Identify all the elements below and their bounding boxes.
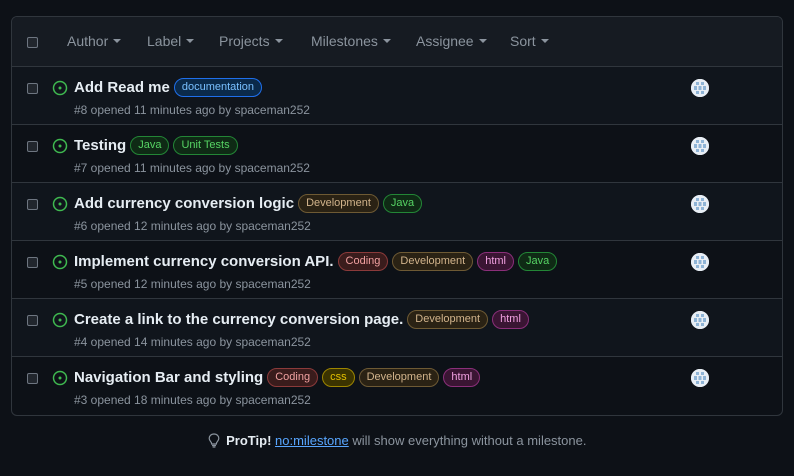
issue-label[interactable]: Development xyxy=(358,368,440,387)
issue-title-line: Add currency conversion logic Developmen… xyxy=(74,194,426,213)
issue-label[interactable]: Coding xyxy=(267,368,319,387)
identicon-icon xyxy=(691,195,709,213)
issue-checkbox[interactable] xyxy=(27,141,38,152)
issue-meta: #5 opened 12 minutes ago by spaceman252 xyxy=(74,277,311,291)
issue-label[interactable]: html xyxy=(492,310,529,329)
issue-title-line: Implement currency conversion API. Codin… xyxy=(74,252,561,271)
issue-title-line: Navigation Bar and styling Coding css Deve… xyxy=(74,368,484,387)
issue-label[interactable]: Development xyxy=(407,310,489,329)
issue-meta: #3 opened 18 minutes ago by spaceman252 xyxy=(74,393,311,407)
issue-label[interactable]: documentation xyxy=(173,78,263,97)
label-filter[interactable]: Label xyxy=(147,33,195,49)
protip-lead: ProTip! xyxy=(226,433,272,448)
issue-row[interactable]: Testing Java Unit Tests #7 opened 11 minu… xyxy=(12,125,782,183)
issue-label[interactable]: html xyxy=(443,368,481,387)
issue-meta: #8 opened 11 minutes ago by spaceman252 xyxy=(74,103,310,117)
issue-checkbox[interactable] xyxy=(27,83,38,94)
chevron-down-icon xyxy=(186,39,195,44)
issues-list-panel: Author Label Projects Milestones Assigne… xyxy=(11,16,783,416)
no-milestone-link[interactable]: no:milestone xyxy=(275,433,349,448)
issue-title[interactable]: Testing xyxy=(74,137,126,154)
issue-title[interactable]: Implement currency conversion API. xyxy=(74,253,334,270)
issue-checkbox[interactable] xyxy=(27,315,38,326)
issue-meta: #7 opened 11 minutes ago by spaceman252 xyxy=(74,161,310,175)
assignee-avatar[interactable] xyxy=(691,79,709,97)
chevron-down-icon xyxy=(382,39,391,44)
issue-row[interactable]: Add currency conversion logic Developmen… xyxy=(12,183,782,241)
issue-rows: Add Read me documentation #8 opened 11 m… xyxy=(12,67,782,415)
issue-title[interactable]: Add Read me xyxy=(74,79,170,96)
issue-label[interactable]: Development xyxy=(298,194,379,213)
chevron-down-icon xyxy=(274,39,283,44)
issue-checkbox[interactable] xyxy=(27,257,38,268)
issue-open-icon xyxy=(52,196,68,212)
label-filter-label: Label xyxy=(147,33,182,49)
issue-label[interactable]: Coding xyxy=(337,252,389,271)
chevron-down-icon xyxy=(113,39,122,44)
protip-banner: ProTip! no:milestone will show everythin… xyxy=(0,433,794,448)
identicon-icon xyxy=(691,253,709,271)
issue-row[interactable]: Add Read me documentation #8 opened 11 m… xyxy=(12,67,782,125)
projects-filter-label: Projects xyxy=(219,33,270,49)
issue-label[interactable]: Java xyxy=(130,136,170,155)
issue-open-icon xyxy=(52,312,68,328)
assignee-avatar[interactable] xyxy=(691,253,709,271)
issue-row[interactable]: Create a link to the currency conversion… xyxy=(12,299,782,357)
issue-meta: #6 opened 12 minutes ago by spaceman252 xyxy=(74,219,311,233)
assignee-filter[interactable]: Assignee xyxy=(416,33,487,49)
select-all-checkbox[interactable] xyxy=(27,37,38,48)
milestones-filter[interactable]: Milestones xyxy=(311,33,391,49)
issue-row[interactable]: Implement currency conversion API. Codin… xyxy=(12,241,782,299)
assignee-avatar[interactable] xyxy=(691,195,709,213)
issue-label[interactable]: Java xyxy=(382,194,423,213)
identicon-icon xyxy=(691,369,709,387)
assignee-avatar[interactable] xyxy=(691,369,709,387)
issue-title-line: Create a link to the currency conversion… xyxy=(74,310,533,329)
identicon-icon xyxy=(691,311,709,329)
issue-label[interactable]: Development xyxy=(392,252,474,271)
identicon-icon xyxy=(691,79,709,97)
chevron-down-icon xyxy=(540,39,549,44)
issue-meta: #4 opened 14 minutes ago by spaceman252 xyxy=(74,335,311,349)
milestones-filter-label: Milestones xyxy=(311,33,378,49)
issue-label[interactable]: Java xyxy=(518,252,558,271)
lightbulb-icon xyxy=(208,433,219,448)
issue-title[interactable]: Create a link to the currency conversion… xyxy=(74,311,403,328)
issue-title[interactable]: Add currency conversion logic xyxy=(74,195,294,212)
issue-checkbox[interactable] xyxy=(27,373,38,384)
issue-label[interactable]: Unit Tests xyxy=(173,136,238,155)
issue-label[interactable]: html xyxy=(477,252,514,271)
issue-label[interactable]: css xyxy=(322,368,355,387)
issue-open-icon xyxy=(52,138,68,154)
protip-text: will show everything without a milestone… xyxy=(348,433,587,448)
chevron-down-icon xyxy=(478,39,487,44)
assignee-avatar[interactable] xyxy=(691,137,709,155)
issue-row[interactable]: Navigation Bar and styling Coding css Deve… xyxy=(12,357,782,415)
issue-title-line: Add Read me documentation xyxy=(74,78,266,97)
author-filter-label: Author xyxy=(67,33,109,49)
projects-filter[interactable]: Projects xyxy=(219,33,283,49)
sort-filter-label: Sort xyxy=(510,33,536,49)
author-filter[interactable]: Author xyxy=(67,33,122,49)
issue-open-icon xyxy=(52,254,68,270)
issues-toolbar: Author Label Projects Milestones Assigne… xyxy=(12,17,782,67)
issue-title-line: Testing Java Unit Tests xyxy=(74,136,242,155)
sort-filter[interactable]: Sort xyxy=(510,33,549,49)
issue-open-icon xyxy=(52,370,68,386)
identicon-icon xyxy=(691,137,709,155)
assignee-avatar[interactable] xyxy=(691,311,709,329)
issue-title[interactable]: Navigation Bar and styling xyxy=(74,369,263,386)
issue-checkbox[interactable] xyxy=(27,199,38,210)
issue-open-icon xyxy=(52,80,68,96)
assignee-filter-label: Assignee xyxy=(416,33,474,49)
